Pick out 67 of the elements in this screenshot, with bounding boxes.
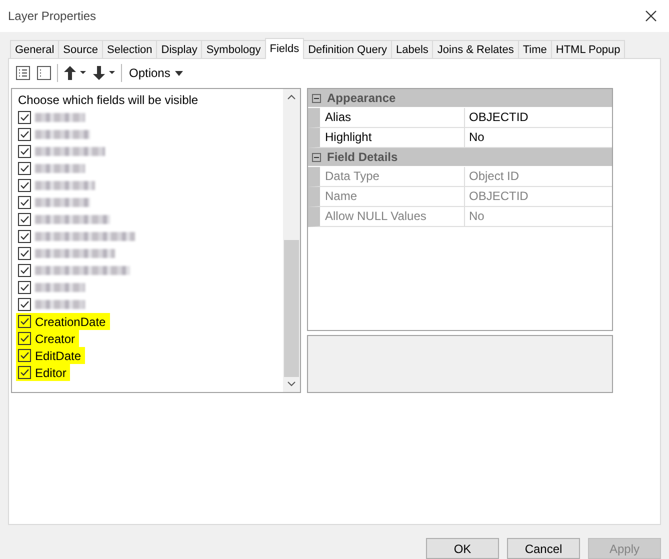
section-header: Field Details xyxy=(327,150,398,164)
list-icon[interactable] xyxy=(15,65,31,81)
tab[interactable]: General xyxy=(10,40,60,58)
property-value: OBJECTID xyxy=(468,188,530,205)
caret-icon xyxy=(175,70,184,76)
list-heading: Choose which fields will be visible xyxy=(17,92,200,109)
tab[interactable]: Definition Query xyxy=(303,40,392,58)
checkbox[interactable] xyxy=(18,162,31,175)
property-name: Data Type xyxy=(320,167,465,186)
blurred-text xyxy=(35,113,85,122)
scroll-down-icon[interactable] xyxy=(287,381,296,387)
checkbox[interactable] xyxy=(18,264,31,277)
tab[interactable]: Display xyxy=(156,40,202,58)
property-value[interactable]: No xyxy=(465,128,612,147)
checkbox[interactable] xyxy=(18,366,31,379)
checkbox[interactable] xyxy=(18,196,31,209)
highlighted-field-item[interactable]: Editor xyxy=(16,364,70,381)
scroll-up-icon[interactable] xyxy=(287,94,296,100)
highlighted-field-item[interactable]: CreationDate xyxy=(16,313,110,330)
scroll-thumb[interactable] xyxy=(284,240,299,377)
blurred-text xyxy=(35,181,95,190)
options-menu-button[interactable]: Options xyxy=(127,66,186,80)
checkbox[interactable] xyxy=(18,315,31,328)
tab[interactable]: Fields xyxy=(264,38,304,59)
checkbox[interactable] xyxy=(18,298,31,311)
property-name: Alias xyxy=(320,108,465,127)
checkbox[interactable] xyxy=(18,111,31,124)
blurred-text xyxy=(35,164,85,173)
blurred-text xyxy=(35,147,105,156)
checkbox[interactable] xyxy=(18,349,31,362)
property-row[interactable]: Data Type Object ID xyxy=(308,167,612,187)
blurred-text xyxy=(35,130,90,139)
collapse-icon[interactable] xyxy=(312,152,321,162)
collapse-icon[interactable] xyxy=(312,94,321,102)
property-row[interactable]: Alias OBJECTID xyxy=(308,108,612,128)
checkbox[interactable] xyxy=(18,332,31,345)
scrollbar[interactable] xyxy=(283,89,300,392)
checkbox[interactable] xyxy=(18,128,31,141)
checkbox[interactable] xyxy=(18,247,31,260)
move-up-icon[interactable] xyxy=(63,65,87,81)
panel-icon[interactable] xyxy=(36,65,52,81)
property-name: Name xyxy=(320,187,465,206)
property-row[interactable]: Allow NULL Values No xyxy=(308,207,612,227)
checkbox[interactable] xyxy=(18,179,31,192)
blurred-text xyxy=(35,300,85,309)
tab[interactable]: HTML Popup xyxy=(550,40,626,58)
tab[interactable]: Symbology xyxy=(201,40,266,58)
property-value[interactable]: OBJECTID xyxy=(465,108,612,127)
window-title: Layer Properties xyxy=(8,9,96,23)
dialog-button[interactable]: Cancel xyxy=(507,538,580,559)
dialog-button[interactable]: OK xyxy=(426,538,499,559)
property-name: Highlight xyxy=(320,128,465,147)
highlighted-field-item[interactable]: EditDate xyxy=(16,347,86,364)
blurred-text xyxy=(35,198,90,207)
blurred-text xyxy=(35,283,85,292)
section-header: Appearance xyxy=(327,91,396,105)
property-row[interactable]: Name OBJECTID xyxy=(308,187,612,207)
property-value: No xyxy=(468,208,486,225)
checkbox[interactable] xyxy=(18,281,31,294)
checkbox[interactable] xyxy=(18,145,31,158)
move-down-icon[interactable] xyxy=(92,65,116,81)
highlighted-field-item[interactable]: Creator xyxy=(16,330,80,347)
checkbox[interactable] xyxy=(18,230,31,243)
property-value: Object ID xyxy=(468,168,520,185)
close-icon[interactable] xyxy=(645,10,657,22)
checkbox[interactable] xyxy=(18,213,31,226)
property-name: Allow NULL Values xyxy=(320,207,465,226)
